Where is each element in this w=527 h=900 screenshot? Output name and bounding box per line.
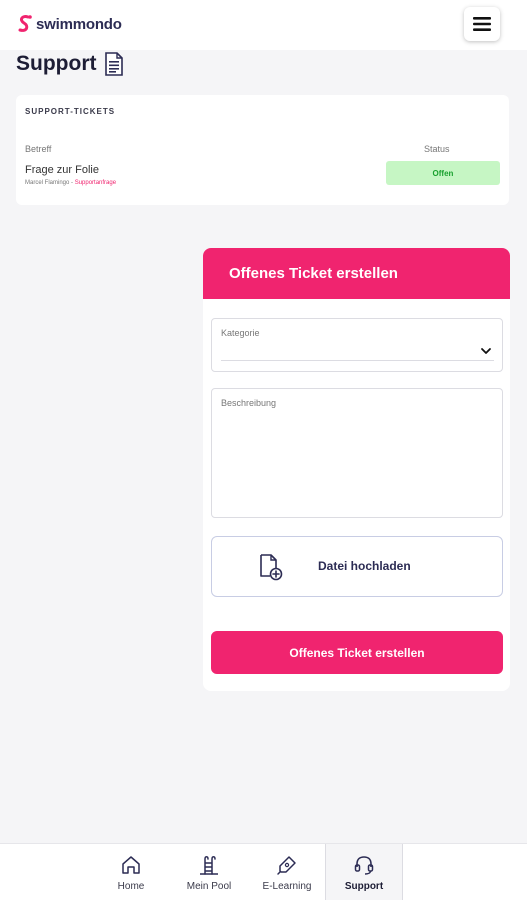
create-ticket-form: Offenes Ticket erstellen Kategorie Besch… [203,248,510,691]
page-title: Support [16,52,97,75]
headset-icon [354,856,374,875]
upload-file-label: Datei hochladen [318,559,411,573]
top-bar: swimmondo [0,0,527,50]
nav-label-support: Support [344,881,384,892]
menu-button[interactable] [464,7,500,41]
status-badge: Offen [386,161,500,185]
nav-label-e-learning: E-Learning [262,881,312,892]
ticket-meta: Marcel Flamingo - Supportanfrage [25,180,116,186]
description-label: Beschreibung [221,398,277,408]
ticket-subject[interactable]: Frage zur Folie [25,164,99,176]
ticket-author: Marcel Flamingo [25,180,70,186]
form-title: Offenes Ticket erstellen [229,265,398,282]
pen-icon [277,856,296,875]
description-textarea[interactable]: Beschreibung [211,388,503,518]
file-add-icon [260,554,283,581]
upload-file-button[interactable]: Datei hochladen [211,536,503,597]
swimmondo-logo-icon [18,15,32,32]
page-title-row: Support [16,52,124,76]
document-icon [105,52,124,76]
column-header-status: Status [424,144,450,154]
column-header-subject: Betreff [25,144,52,154]
support-tickets-card: SUPPORT-TICKETS Betreff Status Frage zur… [16,95,509,205]
category-label: Kategorie [221,328,260,338]
form-header: Offenes Ticket erstellen [203,248,510,299]
ticket-category: Supportanfrage [74,180,117,186]
nav-item-e-learning[interactable]: E-Learning [248,844,326,900]
category-select[interactable]: Kategorie [211,318,503,372]
pool-ladder-icon [200,856,218,875]
hamburger-menu-icon [473,17,491,31]
nav-item-support[interactable]: Support [325,844,403,900]
brand-logo[interactable]: swimmondo [16,14,122,34]
nav-label-mein-pool: Mein Pool [186,881,232,892]
home-icon [122,856,140,874]
create-ticket-button[interactable]: Offenes Ticket erstellen [211,631,503,674]
support-tickets-heading: SUPPORT-TICKETS [25,107,116,116]
brand-name: swimmondo [36,15,122,33]
nav-item-mein-pool[interactable]: Mein Pool [170,844,248,900]
nav-item-home[interactable]: Home [92,844,170,900]
select-underline [221,360,494,361]
bottom-navigation: Home Mein Pool E-Learning Support [0,843,527,900]
chevron-down-icon [481,348,491,354]
nav-label-home: Home [117,881,145,892]
